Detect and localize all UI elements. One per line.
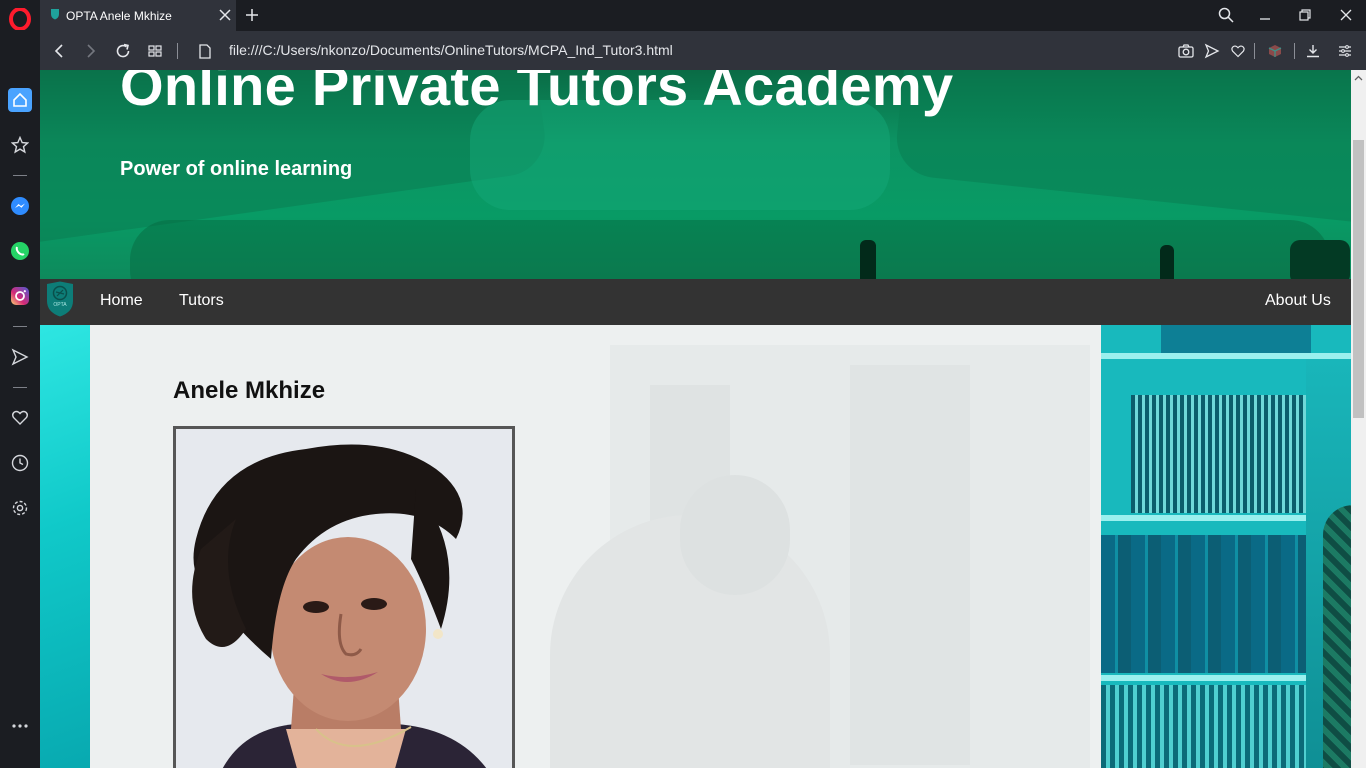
book-row xyxy=(1101,535,1306,673)
logo-text: OPTA xyxy=(53,302,67,308)
site-navbar: OPTA Home Tutors About Us xyxy=(40,279,1351,325)
opera-sidebar xyxy=(0,0,40,768)
settings-icon[interactable] xyxy=(8,496,32,520)
download-icon[interactable] xyxy=(1302,40,1324,62)
sidebar-separator xyxy=(13,326,27,327)
scrollbar-thumb[interactable] xyxy=(1353,140,1364,418)
site-logo[interactable]: OPTA xyxy=(45,281,75,317)
toolbar-separator xyxy=(1254,43,1255,59)
extension-cube-icon[interactable] xyxy=(1264,40,1286,62)
more-icon[interactable] xyxy=(8,714,32,738)
shield-icon xyxy=(50,7,60,25)
decorative-bookshelf-panel xyxy=(1101,325,1351,768)
whatsapp-icon[interactable] xyxy=(8,239,32,263)
opera-logo-icon[interactable] xyxy=(8,7,32,31)
messenger-icon[interactable] xyxy=(8,194,32,218)
tutor-photo xyxy=(173,426,515,768)
search-icon[interactable] xyxy=(1215,5,1237,25)
tab-title: OPTA Anele Mkhize xyxy=(66,8,172,23)
tutor-name-heading: Anele Mkhize xyxy=(173,377,326,404)
hero-banner: Online Private Tutors Academy Power of o… xyxy=(40,70,1351,279)
star-icon[interactable] xyxy=(8,133,32,157)
close-window-icon[interactable] xyxy=(1335,5,1357,25)
page-subtitle: Power of online learning xyxy=(120,158,353,180)
flow-icon[interactable] xyxy=(1201,40,1223,62)
menu-icon[interactable] xyxy=(1334,40,1356,62)
tutor-content-area: Anele Mkhize xyxy=(40,325,1351,768)
chevron-up-icon[interactable] xyxy=(1351,70,1366,85)
page-icon[interactable] xyxy=(194,40,216,62)
hero-background-shape xyxy=(130,220,1330,279)
heart-icon[interactable] xyxy=(8,406,32,430)
instagram-icon[interactable] xyxy=(8,284,32,308)
background-bookshelf-faint xyxy=(850,365,970,765)
page-title: Online Private Tutors Academy xyxy=(120,70,954,117)
browser-window: OPTA Anele Mkhize file:///C:/Users/nkonz… xyxy=(0,0,1366,768)
plus-icon[interactable] xyxy=(242,5,262,25)
book-row xyxy=(1131,395,1306,513)
forward-icon[interactable] xyxy=(80,40,102,62)
hero-background-shape xyxy=(1160,245,1174,279)
background-figure-faint xyxy=(680,475,790,595)
toolbar-separator xyxy=(1294,43,1295,59)
history-icon[interactable] xyxy=(8,451,32,475)
toolbar-separator xyxy=(177,43,178,59)
decorative-left-panel xyxy=(40,325,90,768)
restore-icon[interactable] xyxy=(1294,5,1316,25)
heart-icon[interactable] xyxy=(1227,40,1249,62)
back-icon[interactable] xyxy=(48,40,70,62)
hero-background-shape xyxy=(1290,240,1350,279)
address-bar-url[interactable]: file:///C:/Users/nkonzo/Documents/Online… xyxy=(229,42,673,58)
web-page: Online Private Tutors Academy Power of o… xyxy=(40,70,1351,768)
nav-link-tutors[interactable]: Tutors xyxy=(179,292,224,310)
background-person-shirt xyxy=(1323,505,1351,768)
tutor-profile-panel: Anele Mkhize xyxy=(90,325,1101,768)
sidebar-separator xyxy=(13,175,27,176)
nav-link-home[interactable]: Home xyxy=(100,292,143,310)
nav-link-about-us[interactable]: About Us xyxy=(1265,292,1331,310)
hero-background-shape xyxy=(860,240,876,279)
reload-icon[interactable] xyxy=(112,40,134,62)
close-icon[interactable] xyxy=(216,6,234,24)
tabs-grid-icon[interactable] xyxy=(144,40,166,62)
tab-strip: OPTA Anele Mkhize xyxy=(40,0,1366,31)
address-toolbar: file:///C:/Users/nkonzo/Documents/Online… xyxy=(40,31,1366,70)
hero-background-shape xyxy=(893,70,1351,226)
home-icon[interactable] xyxy=(8,88,32,112)
browser-tab[interactable]: OPTA Anele Mkhize xyxy=(40,0,236,31)
minimize-icon[interactable] xyxy=(1254,5,1276,25)
camera-icon[interactable] xyxy=(1175,40,1197,62)
book-row xyxy=(1161,325,1311,353)
sidebar-separator xyxy=(13,387,27,388)
page-scrollbar[interactable] xyxy=(1351,70,1366,768)
send-icon[interactable] xyxy=(8,345,32,369)
